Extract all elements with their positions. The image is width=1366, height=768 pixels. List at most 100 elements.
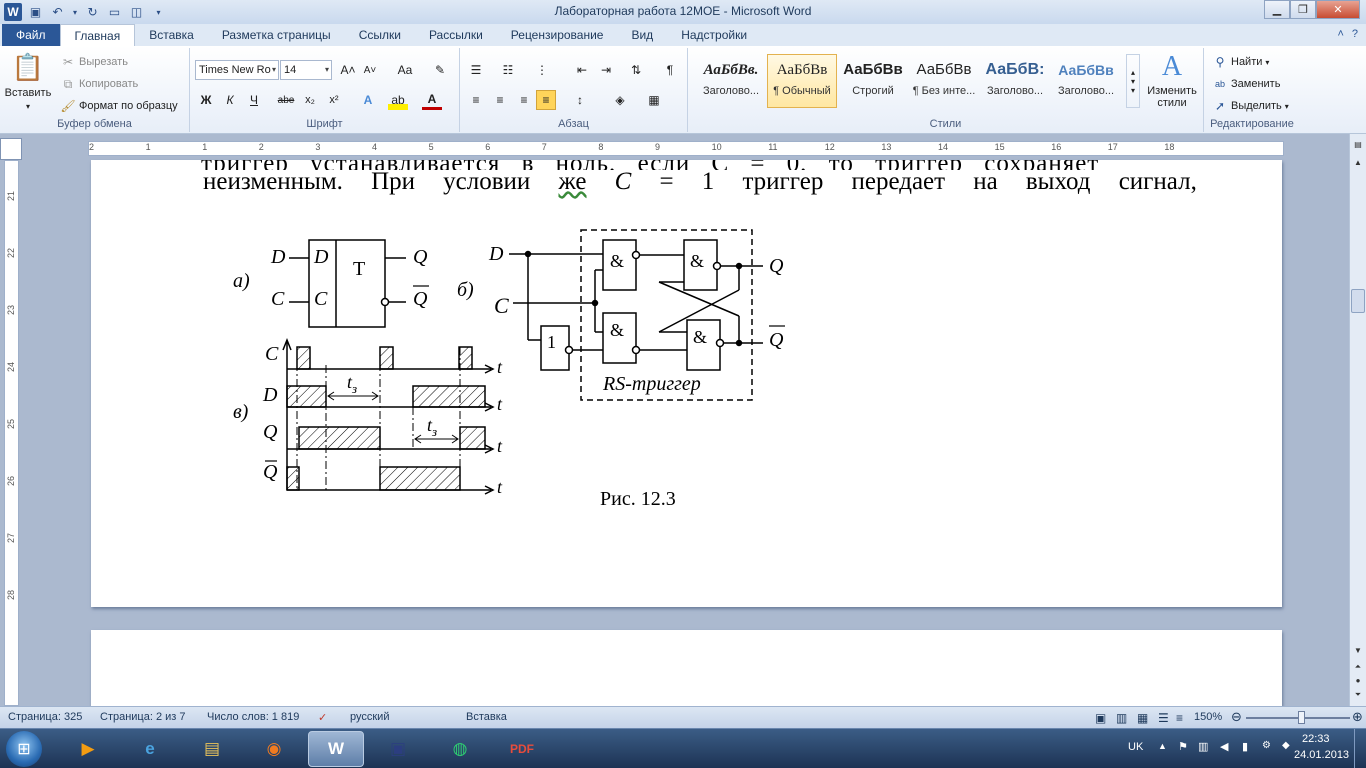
- app-tray-icon[interactable]: ⚙: [1262, 740, 1271, 751]
- style-strong[interactable]: АаБбВв Строгий: [838, 54, 908, 108]
- start-button-icon[interactable]: ⊞: [6, 731, 42, 767]
- shrink-font-button[interactable]: A˅: [360, 60, 380, 80]
- document-page[interactable]: триггер устанавливается в ноль, если C =…: [91, 160, 1282, 607]
- status-page-of[interactable]: Страница: 2 из 7: [100, 711, 186, 723]
- multilevel-list-icon[interactable]: ⋮: [532, 60, 552, 80]
- draft-icon[interactable]: ≡: [1176, 711, 1183, 725]
- zoom-out-icon[interactable]: ⊖: [1231, 709, 1242, 725]
- security-tray-icon[interactable]: ◆: [1282, 740, 1290, 751]
- subscript-button[interactable]: x₂: [300, 90, 320, 110]
- tab-home[interactable]: Главная: [59, 24, 136, 46]
- flag-icon[interactable]: ⚑: [1178, 740, 1188, 753]
- styles-scroll-icon[interactable]: ▴ ▾ ▾: [1126, 54, 1140, 108]
- font-color-icon[interactable]: A: [422, 90, 442, 110]
- scroll-down-icon[interactable]: ▼: [1351, 644, 1365, 658]
- align-right-icon[interactable]: ≡: [514, 90, 534, 110]
- zoom-in-icon[interactable]: ⊕: [1352, 709, 1363, 725]
- tab-page-layout[interactable]: Разметка страницы: [208, 24, 345, 46]
- style-heading-1[interactable]: АаБбВв. Заголово...: [696, 54, 766, 108]
- copy-button[interactable]: ⧉ Копировать: [60, 76, 139, 92]
- shading-icon[interactable]: ◈: [610, 90, 630, 110]
- minimize-button[interactable]: ▁: [1264, 0, 1290, 19]
- redo-icon[interactable]: ↻: [84, 4, 101, 21]
- bullets-icon[interactable]: ☰: [466, 60, 486, 80]
- tab-view[interactable]: Вид: [617, 24, 667, 46]
- tab-insert[interactable]: Вставка: [135, 24, 208, 46]
- outline-icon[interactable]: ☰: [1158, 711, 1169, 725]
- show-formatting-button[interactable]: ¶: [660, 60, 680, 80]
- ruler-toggle-icon[interactable]: ▤: [1351, 138, 1365, 152]
- volume-icon[interactable]: ◀: [1220, 740, 1228, 753]
- minimize-ribbon-icon[interactable]: ˄: [1337, 28, 1343, 40]
- internet-explorer-icon[interactable]: e: [122, 731, 178, 767]
- full-screen-reading-icon[interactable]: ▥: [1116, 711, 1127, 725]
- customize-qat-icon[interactable]: ▾: [150, 4, 167, 21]
- save-app-icon[interactable]: ▣: [370, 731, 426, 767]
- borders-icon[interactable]: ▦: [644, 90, 664, 110]
- undo-dropdown-icon[interactable]: ▾: [71, 4, 79, 21]
- align-center-icon[interactable]: ≡: [490, 90, 510, 110]
- scroll-up-icon[interactable]: ▲: [1351, 156, 1365, 170]
- grow-font-button[interactable]: A˄: [338, 60, 358, 80]
- word-logo-icon[interactable]: W: [4, 3, 22, 21]
- numbering-icon[interactable]: ☷: [498, 60, 518, 80]
- clock-date[interactable]: 24.01.2013: [1294, 749, 1349, 761]
- close-button[interactable]: ✕: [1316, 0, 1360, 19]
- underline-button[interactable]: Ч: [244, 90, 264, 110]
- font-size-combo[interactable]: 14 ▾: [280, 60, 332, 80]
- change-case-button[interactable]: Aa: [392, 60, 418, 80]
- decrease-indent-icon[interactable]: ⇤: [572, 60, 592, 80]
- paste-button[interactable]: 📋 Вставить ▾: [4, 50, 52, 112]
- network-icon[interactable]: ▥: [1198, 740, 1208, 753]
- next-page-icon[interactable]: ⏷: [1351, 688, 1365, 702]
- horizontal-ruler[interactable]: 2 1 1 2 3 4 5 6 7 8 9 10 11 12 13 14 15 16 17 18: [88, 141, 1284, 156]
- status-page[interactable]: Страница: 325: [8, 711, 82, 723]
- browse-object-icon[interactable]: ●: [1351, 674, 1365, 688]
- battery-icon[interactable]: ▮: [1242, 740, 1248, 753]
- zoom-slider-thumb[interactable]: [1298, 711, 1305, 724]
- find-button[interactable]: ⚲ Найти ▾: [1212, 54, 1270, 70]
- tab-mailings[interactable]: Рассылки: [415, 24, 497, 46]
- vertical-scrollbar[interactable]: ▤ ▲ ▼ ⏶ ● ⏷: [1349, 134, 1366, 706]
- bold-button[interactable]: Ж: [196, 90, 216, 110]
- status-language[interactable]: русский: [350, 711, 389, 723]
- file-explorer-icon[interactable]: ▤: [184, 731, 240, 767]
- tab-review[interactable]: Рецензирование: [497, 24, 618, 46]
- style-normal[interactable]: АаБбВв ¶ Обычный: [767, 54, 837, 108]
- print-preview-icon[interactable]: ◫: [128, 4, 145, 21]
- change-styles-button[interactable]: A Изменить стили: [1144, 51, 1200, 109]
- superscript-button[interactable]: x²: [324, 90, 344, 110]
- text-effects-icon[interactable]: A: [358, 90, 378, 110]
- firefox-icon[interactable]: ◉: [246, 731, 302, 767]
- highlight-icon[interactable]: ab: [388, 90, 408, 110]
- spelling-check-icon[interactable]: ✓: [318, 711, 327, 724]
- italic-button[interactable]: К: [220, 90, 240, 110]
- previous-page-icon[interactable]: ⏶: [1351, 660, 1365, 674]
- style-no-spacing[interactable]: АаБбВв ¶ Без инте...: [909, 54, 979, 108]
- tab-selector-icon[interactable]: [0, 138, 22, 160]
- help-icon[interactable]: ?: [1352, 28, 1358, 40]
- tab-addins[interactable]: Надстройки: [667, 24, 761, 46]
- font-name-combo[interactable]: Times New Ro ▾: [195, 60, 279, 80]
- style-heading-2[interactable]: АаБбВ: Заголово...: [980, 54, 1050, 108]
- tab-references[interactable]: Ссылки: [345, 24, 415, 46]
- select-button[interactable]: ➚ Выделить ▾: [1212, 98, 1289, 114]
- input-language[interactable]: UK: [1128, 741, 1143, 753]
- sort-icon[interactable]: ⇅: [626, 60, 646, 80]
- pdf-app-icon[interactable]: PDF: [494, 731, 550, 767]
- cut-button[interactable]: ✂ Вырезать: [60, 54, 128, 70]
- line-spacing-icon[interactable]: ↕: [570, 90, 590, 110]
- media-player-icon[interactable]: ▶: [60, 731, 116, 767]
- format-painter-button[interactable]: 🖌 Формат по образцу: [60, 98, 177, 114]
- status-word-count[interactable]: Число слов: 1 819: [207, 711, 299, 723]
- document-page-next[interactable]: [91, 630, 1282, 706]
- status-insert-mode[interactable]: Вставка: [466, 711, 507, 723]
- scroll-thumb[interactable]: [1351, 289, 1365, 313]
- save-icon[interactable]: ▣: [27, 4, 44, 21]
- tab-file[interactable]: Файл: [2, 24, 60, 46]
- zoom-level[interactable]: 150%: [1194, 711, 1222, 723]
- web-layout-icon[interactable]: ▦: [1137, 711, 1148, 725]
- tray-expand-icon[interactable]: ▲: [1158, 741, 1167, 751]
- chrome-icon[interactable]: ◍: [432, 731, 488, 767]
- style-heading-3[interactable]: АаБбВв Заголово...: [1051, 54, 1121, 108]
